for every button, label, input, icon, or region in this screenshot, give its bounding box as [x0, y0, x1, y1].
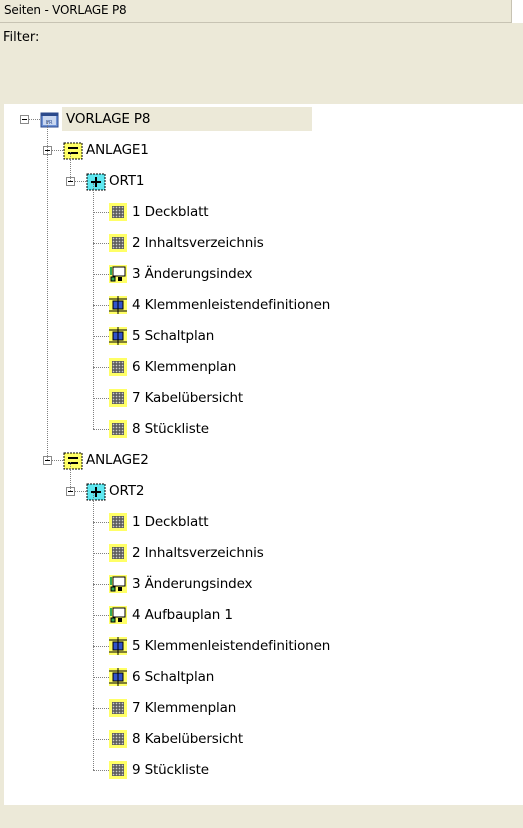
grid-icon — [109, 730, 127, 748]
tree-connector — [93, 739, 109, 740]
tree-node-label: 8 Kabelübersicht — [132, 731, 244, 747]
tree-node-page[interactable]: 3 Änderungsindex — [87, 262, 523, 288]
tree-node-page[interactable]: 3 Änderungsindex — [87, 572, 523, 598]
tree-connector — [93, 646, 109, 647]
tree-connector — [93, 212, 109, 213]
tree-node-label: 3 Änderungsindex — [132, 576, 253, 592]
window-titlebar: Seiten - VORLAGE P8 — [0, 0, 512, 23]
anlage-icon — [63, 141, 83, 160]
page-tree[interactable]: PR VORLAGE P8 ANLAGE1 ORT1 1 Deckblatt 2 Inha… — [0, 104, 523, 805]
tree-node-ort[interactable]: ORT1 — [64, 169, 523, 195]
tree-node-label: ORT1 — [109, 173, 145, 189]
tree-connector — [93, 274, 109, 275]
tree-node-label: 5 Klemmenleistendefinitionen — [132, 638, 331, 654]
tree-connector — [93, 336, 109, 337]
tree-node-page[interactable]: 1 Deckblatt — [87, 200, 523, 226]
schematic-icon — [109, 668, 127, 686]
installation-icon — [109, 265, 127, 283]
filter-label: Filter: — [3, 30, 40, 45]
tree-node-page[interactable]: 8 Stückliste — [87, 417, 523, 443]
tree-node-label: 7 Klemmenplan — [132, 700, 237, 716]
tree-node-label: VORLAGE P8 — [62, 107, 312, 131]
tree-node-page[interactable]: 4 Aufbauplan 1 — [87, 603, 523, 629]
tree-nodes: PR VORLAGE P8 ANLAGE1 ORT1 1 Deckblatt 2 Inha… — [18, 107, 523, 797]
tree-node-label: 9 Stückliste — [132, 762, 209, 778]
tree-node-label: 4 Klemmenleistendefinitionen — [132, 297, 331, 313]
tree-connector — [47, 121, 48, 460]
schematic-icon — [109, 327, 127, 345]
window-title: Seiten - VORLAGE P8 — [4, 3, 127, 17]
tree-node-label: ANLAGE1 — [86, 142, 149, 158]
tree-node-label: 5 Schaltplan — [132, 328, 215, 344]
tree-node-page[interactable]: 8 Kabelübersicht — [87, 727, 523, 753]
installation-icon — [109, 575, 127, 593]
tree-node-page[interactable]: 5 Klemmenleistendefinitionen — [87, 634, 523, 660]
grid-icon — [109, 358, 127, 376]
tree-node-label: 4 Aufbauplan 1 — [132, 607, 233, 623]
tree-connector — [93, 305, 109, 306]
grid-icon — [109, 420, 127, 438]
ort-icon — [86, 172, 106, 191]
filter-input[interactable] — [0, 47, 520, 104]
grid-icon — [109, 513, 127, 531]
tree-node-label: 2 Inhaltsverzeichnis — [132, 545, 264, 561]
tree-node-page[interactable]: 2 Inhaltsverzeichnis — [87, 541, 523, 567]
tree-node-label: 3 Änderungsindex — [132, 266, 253, 282]
tree-connector — [93, 677, 109, 678]
tree-node-ort[interactable]: ORT2 — [64, 479, 523, 505]
root-icon: PR — [40, 110, 59, 128]
tree-node-page[interactable]: 1 Deckblatt — [87, 510, 523, 536]
tree-connector — [93, 770, 109, 771]
tree-node-page[interactable]: 6 Klemmenplan — [87, 355, 523, 381]
tree-connector — [70, 462, 71, 491]
tree-connector — [93, 398, 109, 399]
tree-node-label: 1 Deckblatt — [132, 204, 209, 220]
tree-node-label: 2 Inhaltsverzeichnis — [132, 235, 264, 251]
installation-icon — [109, 606, 127, 624]
tree-connector — [93, 553, 109, 554]
anlage-icon — [63, 451, 83, 470]
tree-connector — [93, 183, 94, 429]
tree-node-anlage[interactable]: ANLAGE2 — [41, 448, 523, 474]
tree-node-label: 7 Kabelübersicht — [132, 390, 244, 406]
tree-node-label: 1 Deckblatt — [132, 514, 209, 530]
tree-connector — [93, 493, 94, 770]
tree-node-label: ANLAGE2 — [86, 452, 149, 468]
tree-connector — [93, 615, 109, 616]
tree-node-label: 6 Schaltplan — [132, 669, 215, 685]
grid-icon — [109, 699, 127, 717]
grid-icon — [109, 761, 127, 779]
tree-node-page[interactable]: 2 Inhaltsverzeichnis — [87, 231, 523, 257]
schematic-icon — [109, 637, 127, 655]
tree-connector — [93, 708, 109, 709]
tree-root[interactable]: PR VORLAGE P8 — [18, 107, 523, 133]
tree-node-page[interactable]: 7 Klemmenplan — [87, 696, 523, 722]
tree-node-page[interactable]: 7 Kabelübersicht — [87, 386, 523, 412]
tree-connector — [93, 243, 109, 244]
collapse-toggle-icon[interactable] — [20, 115, 29, 124]
tree-node-label: 6 Klemmenplan — [132, 359, 237, 375]
tree-node-label: ORT2 — [109, 483, 145, 499]
tree-connector — [93, 367, 109, 368]
tree-connector — [70, 152, 71, 181]
tree-node-page[interactable]: 4 Klemmenleistendefinitionen — [87, 293, 523, 319]
tree-connector — [93, 584, 109, 585]
grid-icon — [109, 544, 127, 562]
schematic-icon — [109, 296, 127, 314]
tree-node-page[interactable]: 6 Schaltplan — [87, 665, 523, 691]
tree-node-page[interactable]: 9 Stückliste — [87, 758, 523, 784]
tree-node-anlage[interactable]: ANLAGE1 — [41, 138, 523, 164]
grid-icon — [109, 234, 127, 252]
grid-icon — [109, 203, 127, 221]
tree-node-label: 8 Stückliste — [132, 421, 209, 437]
grid-icon — [109, 389, 127, 407]
tree-connector — [93, 522, 109, 523]
ort-icon — [86, 482, 106, 501]
tree-connector — [93, 429, 109, 430]
tree-node-page[interactable]: 5 Schaltplan — [87, 324, 523, 350]
